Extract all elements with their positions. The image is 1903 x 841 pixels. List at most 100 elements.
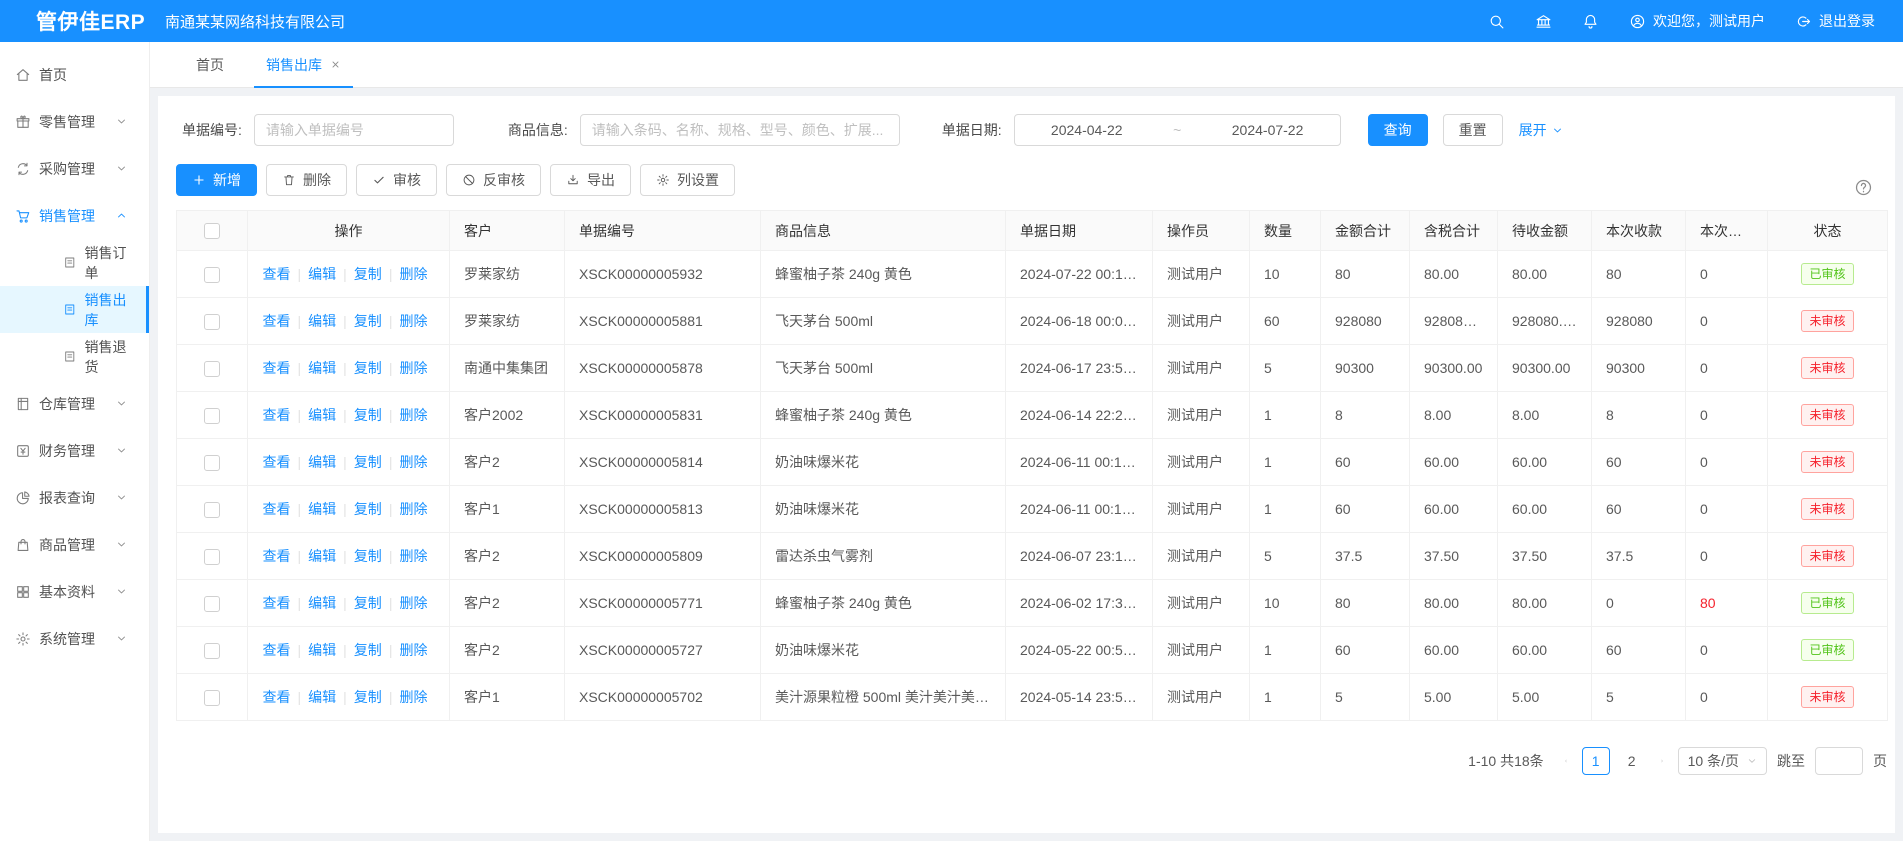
row-checkbox[interactable] (204, 455, 220, 471)
unaudit-button[interactable]: 反审核 (446, 164, 541, 196)
row-action-copy[interactable]: 复制 (354, 689, 382, 705)
date-end[interactable]: 2024-07-22 (1232, 122, 1304, 138)
help-icon[interactable] (1854, 178, 1873, 197)
sidebar-item-system[interactable]: 系统管理 (0, 615, 149, 662)
row-action-edit[interactable]: 编辑 (308, 313, 336, 329)
row-action-view[interactable]: 查看 (263, 595, 291, 611)
logout-button[interactable]: 退出登录 (1795, 11, 1875, 31)
sidebar-item-retail[interactable]: 零售管理 (0, 98, 149, 145)
export-button[interactable]: 导出 (550, 164, 631, 196)
sidebar-item-sales-outbound[interactable]: 销售出库 (0, 286, 149, 333)
sidebar-item-product[interactable]: 商品管理 (0, 521, 149, 568)
sidebar-item-finance[interactable]: 财务管理 (0, 427, 149, 474)
audit-button[interactable]: 审核 (356, 164, 437, 196)
jump-page-input[interactable] (1815, 747, 1863, 775)
row-checkbox[interactable] (204, 314, 220, 330)
row-action-delete[interactable]: 删除 (399, 548, 427, 564)
prev-page-icon[interactable] (1560, 755, 1572, 767)
row-action-delete[interactable]: 删除 (399, 689, 427, 705)
row-action-copy[interactable]: 复制 (354, 360, 382, 376)
tab-sales-outbound[interactable]: 销售出库 (254, 42, 353, 87)
row-action-delete[interactable]: 删除 (399, 501, 427, 517)
row-action-edit[interactable]: 编辑 (308, 642, 336, 658)
delete-button[interactable]: 删除 (266, 164, 347, 196)
customer-cell: 罗莱家纺 (450, 298, 565, 345)
row-action-copy[interactable]: 复制 (354, 454, 382, 470)
sidebar-item-basic[interactable]: 基本资料 (0, 568, 149, 615)
sidebar-item-sales[interactable]: 销售管理 (0, 192, 149, 239)
notifications-icon[interactable] (1582, 13, 1599, 30)
sidebar-item-purchase[interactable]: 采购管理 (0, 145, 149, 192)
row-action-edit[interactable]: 编辑 (308, 266, 336, 282)
search-button[interactable]: 查询 (1368, 114, 1428, 146)
expand-link[interactable]: 展开 (1519, 120, 1563, 140)
row-checkbox[interactable] (204, 502, 220, 518)
row-action-edit[interactable]: 编辑 (308, 501, 336, 517)
row-action-edit[interactable]: 编辑 (308, 548, 336, 564)
next-page-icon[interactable] (1656, 755, 1668, 767)
row-action-copy[interactable]: 复制 (354, 501, 382, 517)
row-action-view[interactable]: 查看 (263, 548, 291, 564)
row-action-view[interactable]: 查看 (263, 313, 291, 329)
row-checkbox[interactable] (204, 408, 220, 424)
row-action-view[interactable]: 查看 (263, 501, 291, 517)
sidebar-item-home[interactable]: 首页 (0, 51, 149, 98)
product-info-input[interactable] (580, 114, 900, 146)
sidebar-item-sales-return[interactable]: 销售退货 (0, 333, 149, 380)
row-action-edit[interactable]: 编辑 (308, 407, 336, 423)
row-checkbox[interactable] (204, 267, 220, 283)
row-checkbox[interactable] (204, 549, 220, 565)
row-action-delete[interactable]: 删除 (399, 407, 427, 423)
row-checkbox[interactable] (204, 690, 220, 706)
bank-icon[interactable] (1535, 13, 1552, 30)
date-start[interactable]: 2024-04-22 (1051, 122, 1123, 138)
date-range-input[interactable]: 2024-04-22 ~ 2024-07-22 (1014, 114, 1341, 146)
row-action-view[interactable]: 查看 (263, 360, 291, 376)
row-checkbox[interactable] (204, 643, 220, 659)
sidebar-item-sales-order[interactable]: 销售订单 (0, 239, 149, 286)
row-action-delete[interactable]: 删除 (399, 595, 427, 611)
order-no-input[interactable] (254, 114, 454, 146)
column-settings-button[interactable]: 列设置 (640, 164, 735, 196)
row-action-edit[interactable]: 编辑 (308, 689, 336, 705)
row-action-view[interactable]: 查看 (263, 407, 291, 423)
row-action-view[interactable]: 查看 (263, 454, 291, 470)
row-checkbox[interactable] (204, 596, 220, 612)
row-action-view[interactable]: 查看 (263, 642, 291, 658)
row-action-view[interactable]: 查看 (263, 689, 291, 705)
page-size-select[interactable]: 10 条/页 (1678, 747, 1767, 775)
row-action-edit[interactable]: 编辑 (308, 595, 336, 611)
reset-button[interactable]: 重置 (1443, 114, 1503, 146)
row-action-delete[interactable]: 删除 (399, 360, 427, 376)
date-cell: 2024-05-14 23:56:13 (1006, 674, 1153, 721)
row-checkbox[interactable] (204, 361, 220, 377)
add-button[interactable]: 新增 (176, 164, 257, 196)
sidebar-item-warehouse[interactable]: 仓库管理 (0, 380, 149, 427)
close-icon[interactable] (330, 59, 341, 70)
row-action-edit[interactable]: 编辑 (308, 454, 336, 470)
search-icon[interactable] (1488, 13, 1505, 30)
row-action-delete[interactable]: 删除 (399, 454, 427, 470)
sidebar-item-report[interactable]: 报表查询 (0, 474, 149, 521)
page-number-1[interactable]: 1 (1582, 747, 1610, 775)
page-number-2[interactable]: 2 (1618, 747, 1646, 775)
row-action-copy[interactable]: 复制 (354, 548, 382, 564)
row-action-delete[interactable]: 删除 (399, 642, 427, 658)
row-action-delete[interactable]: 删除 (399, 313, 427, 329)
row-action-copy[interactable]: 复制 (354, 313, 382, 329)
row-action-copy[interactable]: 复制 (354, 407, 382, 423)
sidebar-item-label: 系统管理 (39, 629, 95, 649)
column-header: 待收金额 (1498, 211, 1592, 251)
row-action-delete[interactable]: 删除 (399, 266, 427, 282)
plus-icon (192, 173, 206, 187)
tab-home[interactable]: 首页 (184, 42, 236, 87)
column-header: 含税合计 (1410, 211, 1498, 251)
select-all-checkbox[interactable] (204, 223, 220, 239)
row-action-copy[interactable]: 复制 (354, 595, 382, 611)
row-action-copy[interactable]: 复制 (354, 642, 382, 658)
row-action-edit[interactable]: 编辑 (308, 360, 336, 376)
row-action-copy[interactable]: 复制 (354, 266, 382, 282)
row-action-view[interactable]: 查看 (263, 266, 291, 282)
action-separator: | (389, 689, 393, 705)
user-menu[interactable]: 欢迎您，测试用户 (1629, 11, 1765, 31)
